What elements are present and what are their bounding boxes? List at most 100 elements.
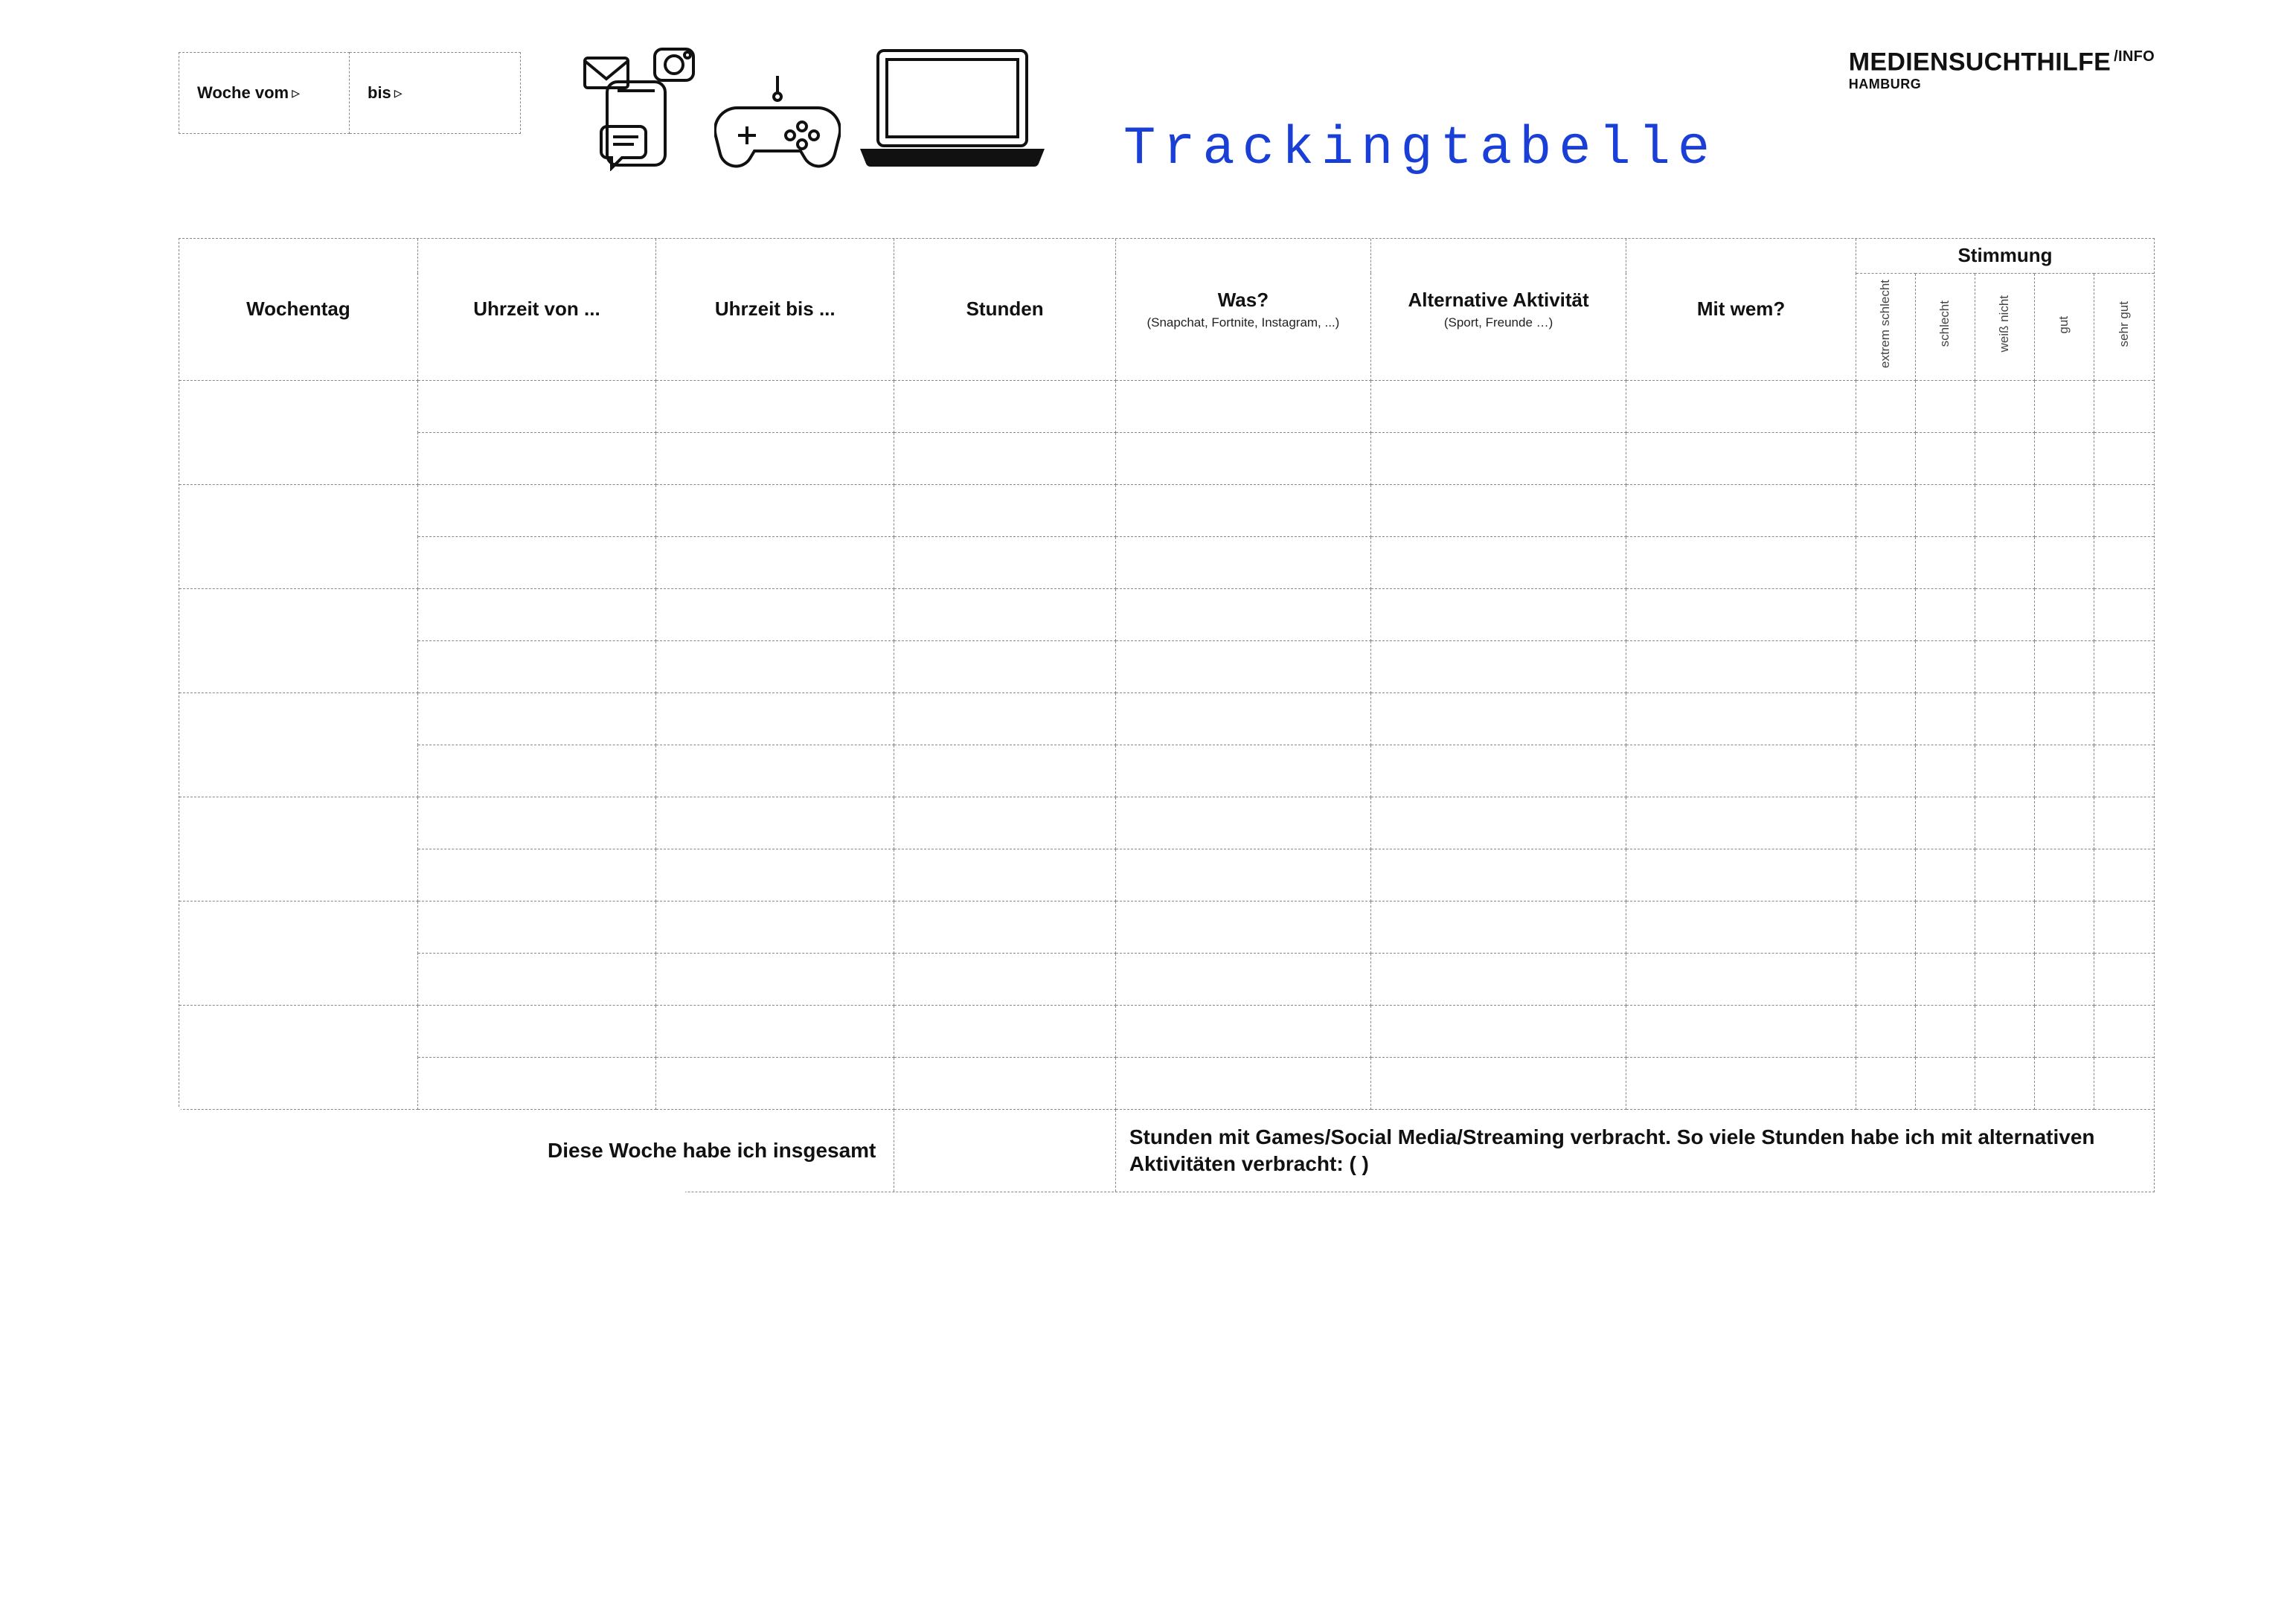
data-cell[interactable] [1916, 902, 1975, 954]
day-cell[interactable] [179, 485, 417, 589]
data-cell[interactable] [1370, 693, 1626, 745]
data-cell[interactable] [2094, 381, 2154, 433]
data-cell[interactable] [1916, 641, 1975, 693]
day-cell[interactable] [179, 693, 417, 797]
data-cell[interactable] [1856, 1058, 1916, 1110]
data-cell[interactable] [2094, 1006, 2154, 1058]
data-cell[interactable] [1626, 641, 1856, 693]
data-cell[interactable] [1975, 381, 2035, 433]
data-cell[interactable] [656, 589, 894, 641]
data-cell[interactable] [1115, 902, 1370, 954]
data-cell[interactable] [1856, 641, 1916, 693]
data-cell[interactable] [1975, 485, 2035, 537]
data-cell[interactable] [417, 693, 655, 745]
data-cell[interactable] [1856, 902, 1916, 954]
data-cell[interactable] [894, 954, 1115, 1006]
data-cell[interactable] [1975, 745, 2035, 797]
data-cell[interactable] [894, 1058, 1115, 1110]
data-cell[interactable] [1115, 849, 1370, 902]
data-cell[interactable] [1115, 693, 1370, 745]
data-cell[interactable] [1856, 745, 1916, 797]
data-cell[interactable] [2094, 693, 2154, 745]
data-cell[interactable] [1916, 485, 1975, 537]
data-cell[interactable] [894, 849, 1115, 902]
data-cell[interactable] [1975, 693, 2035, 745]
data-cell[interactable] [1370, 485, 1626, 537]
data-cell[interactable] [1626, 537, 1856, 589]
data-cell[interactable] [1975, 1006, 2035, 1058]
data-cell[interactable] [417, 1058, 655, 1110]
data-cell[interactable] [1370, 1058, 1626, 1110]
data-cell[interactable] [417, 902, 655, 954]
data-cell[interactable] [1916, 381, 1975, 433]
footer-hours-blank[interactable] [894, 1110, 1115, 1192]
data-cell[interactable] [2035, 954, 2094, 1006]
data-cell[interactable] [2035, 745, 2094, 797]
data-cell[interactable] [656, 849, 894, 902]
data-cell[interactable] [894, 797, 1115, 849]
data-cell[interactable] [1370, 797, 1626, 849]
data-cell[interactable] [894, 537, 1115, 589]
data-cell[interactable] [1975, 797, 2035, 849]
data-cell[interactable] [1115, 1058, 1370, 1110]
data-cell[interactable] [2035, 485, 2094, 537]
data-cell[interactable] [1916, 589, 1975, 641]
data-cell[interactable] [1856, 849, 1916, 902]
data-cell[interactable] [894, 745, 1115, 797]
data-cell[interactable] [1916, 797, 1975, 849]
day-cell[interactable] [179, 902, 417, 1006]
data-cell[interactable] [656, 797, 894, 849]
data-cell[interactable] [2094, 641, 2154, 693]
data-cell[interactable] [1626, 902, 1856, 954]
data-cell[interactable] [1626, 797, 1856, 849]
data-cell[interactable] [1626, 745, 1856, 797]
data-cell[interactable] [1115, 745, 1370, 797]
data-cell[interactable] [1856, 693, 1916, 745]
data-cell[interactable] [2094, 589, 2154, 641]
data-cell[interactable] [656, 1058, 894, 1110]
data-cell[interactable] [1626, 433, 1856, 485]
data-cell[interactable] [417, 381, 655, 433]
data-cell[interactable] [1370, 954, 1626, 1006]
data-cell[interactable] [417, 537, 655, 589]
data-cell[interactable] [1115, 433, 1370, 485]
data-cell[interactable] [2094, 849, 2154, 902]
data-cell[interactable] [1626, 485, 1856, 537]
data-cell[interactable] [1975, 433, 2035, 485]
data-cell[interactable] [1856, 797, 1916, 849]
day-cell[interactable] [179, 589, 417, 693]
week-to-cell[interactable]: bis ▹ [350, 52, 521, 134]
data-cell[interactable] [1856, 485, 1916, 537]
data-cell[interactable] [656, 485, 894, 537]
data-cell[interactable] [2035, 589, 2094, 641]
data-cell[interactable] [1370, 433, 1626, 485]
data-cell[interactable] [417, 641, 655, 693]
data-cell[interactable] [1975, 589, 2035, 641]
data-cell[interactable] [2094, 485, 2154, 537]
data-cell[interactable] [1975, 537, 2035, 589]
data-cell[interactable] [894, 589, 1115, 641]
data-cell[interactable] [417, 1006, 655, 1058]
data-cell[interactable] [2035, 902, 2094, 954]
data-cell[interactable] [1115, 954, 1370, 1006]
data-cell[interactable] [417, 745, 655, 797]
data-cell[interactable] [1856, 954, 1916, 1006]
data-cell[interactable] [1975, 641, 2035, 693]
data-cell[interactable] [1916, 849, 1975, 902]
data-cell[interactable] [2094, 745, 2154, 797]
data-cell[interactable] [2035, 1058, 2094, 1110]
data-cell[interactable] [894, 693, 1115, 745]
data-cell[interactable] [2094, 954, 2154, 1006]
data-cell[interactable] [1916, 433, 1975, 485]
data-cell[interactable] [1626, 381, 1856, 433]
data-cell[interactable] [2035, 433, 2094, 485]
data-cell[interactable] [656, 954, 894, 1006]
data-cell[interactable] [1916, 1058, 1975, 1110]
data-cell[interactable] [417, 797, 655, 849]
data-cell[interactable] [1975, 954, 2035, 1006]
data-cell[interactable] [1856, 589, 1916, 641]
data-cell[interactable] [2035, 693, 2094, 745]
data-cell[interactable] [656, 381, 894, 433]
data-cell[interactable] [894, 1006, 1115, 1058]
data-cell[interactable] [2035, 641, 2094, 693]
